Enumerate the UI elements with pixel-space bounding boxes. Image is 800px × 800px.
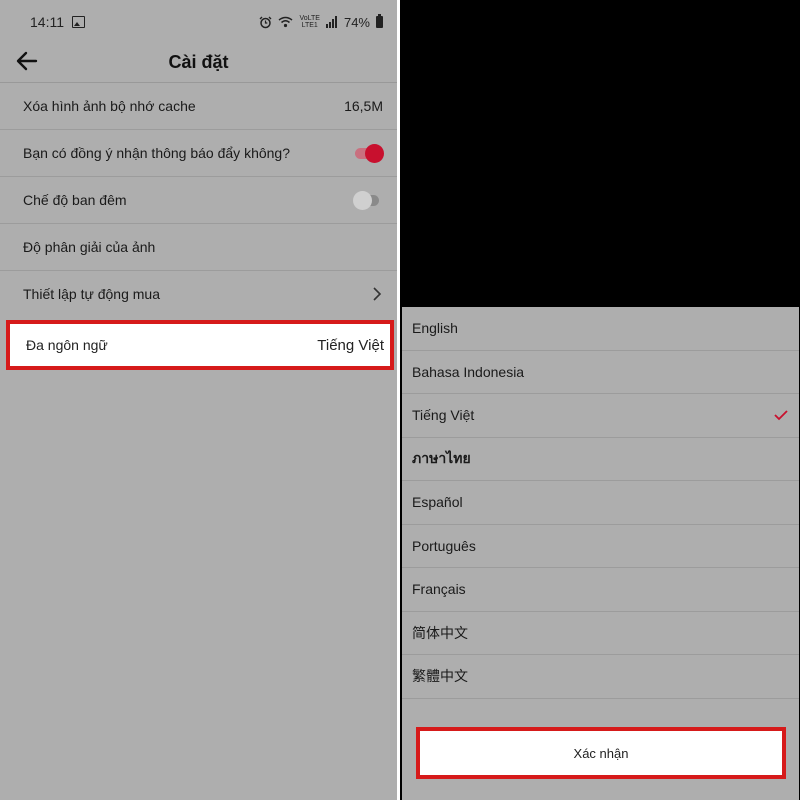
language-row-value: Tiếng Việt — [317, 336, 384, 354]
confirm-label: Xác nhận — [573, 745, 629, 761]
back-arrow-icon[interactable] — [14, 48, 40, 74]
cache-size-value: 16,5M — [344, 98, 383, 114]
app-bar: Cài đặt — [0, 44, 397, 80]
setting-label: Độ phân giải của ảnh — [23, 239, 156, 255]
setting-label: Bạn có đồng ý nhận thông báo đẩy không? — [23, 145, 290, 161]
toggle-knob — [353, 191, 372, 210]
language-option[interactable]: English — [402, 307, 799, 351]
alarm-icon — [259, 16, 272, 28]
clear-cache-row[interactable]: Xóa hình ảnh bộ nhớ cache 16,5M — [0, 82, 397, 129]
language-option[interactable]: Bahasa Indonesia — [402, 351, 799, 394]
language-option-selected[interactable]: Tiếng Việt — [402, 394, 799, 438]
toggle-knob — [365, 144, 384, 163]
status-bar: 14:11 VoLTE LTE1 74% — [0, 0, 397, 44]
night-mode-toggle[interactable] — [353, 190, 383, 210]
chevron-right-icon — [373, 287, 382, 301]
language-row-label: Đa ngôn ngữ — [26, 337, 108, 353]
check-icon — [774, 410, 788, 421]
setting-label: Thiết lập tự động mua — [23, 286, 161, 302]
battery-percent: 74% — [343, 14, 370, 30]
language-row[interactable]: Đa ngôn ngữ Tiếng Việt — [6, 320, 394, 370]
page-title: Cài đặt — [168, 51, 229, 72]
language-option[interactable]: 简体中文 — [402, 612, 799, 655]
image-resolution-row[interactable]: Độ phân giải của ảnh — [0, 223, 397, 270]
gallery-icon — [72, 16, 85, 28]
setting-label: Xóa hình ảnh bộ nhớ cache — [23, 98, 196, 114]
settings-list: Xóa hình ảnh bộ nhớ cache 16,5M Bạn có đ… — [0, 82, 397, 317]
language-option[interactable]: Español — [402, 481, 799, 525]
signal-icon — [325, 16, 337, 28]
status-time: 14:11 — [30, 14, 64, 30]
battery-icon — [376, 14, 383, 28]
confirm-button[interactable]: Xác nhận — [416, 727, 786, 779]
language-option[interactable]: Français — [402, 568, 799, 612]
auto-buy-row[interactable]: Thiết lập tự động mua — [0, 270, 397, 317]
wifi-icon — [279, 16, 293, 28]
language-option[interactable]: 繁體中文 — [402, 655, 799, 699]
language-option[interactable]: Português — [402, 525, 799, 568]
push-notification-row: Bạn có đồng ý nhận thông báo đẩy không? — [0, 129, 397, 176]
push-notification-toggle[interactable] — [353, 143, 384, 163]
settings-screen: 14:11 VoLTE LTE1 74% Cài đặt Xóa hình ản… — [0, 0, 400, 800]
night-mode-row: Chế độ ban đêm — [0, 176, 397, 223]
language-picker: English Bahasa Indonesia Tiếng Việt ภาษา… — [402, 307, 799, 800]
language-option[interactable]: ภาษาไทย — [402, 438, 799, 481]
setting-label: Chế độ ban đêm — [23, 192, 127, 208]
lte-indicator: VoLTE LTE1 — [299, 15, 320, 29]
